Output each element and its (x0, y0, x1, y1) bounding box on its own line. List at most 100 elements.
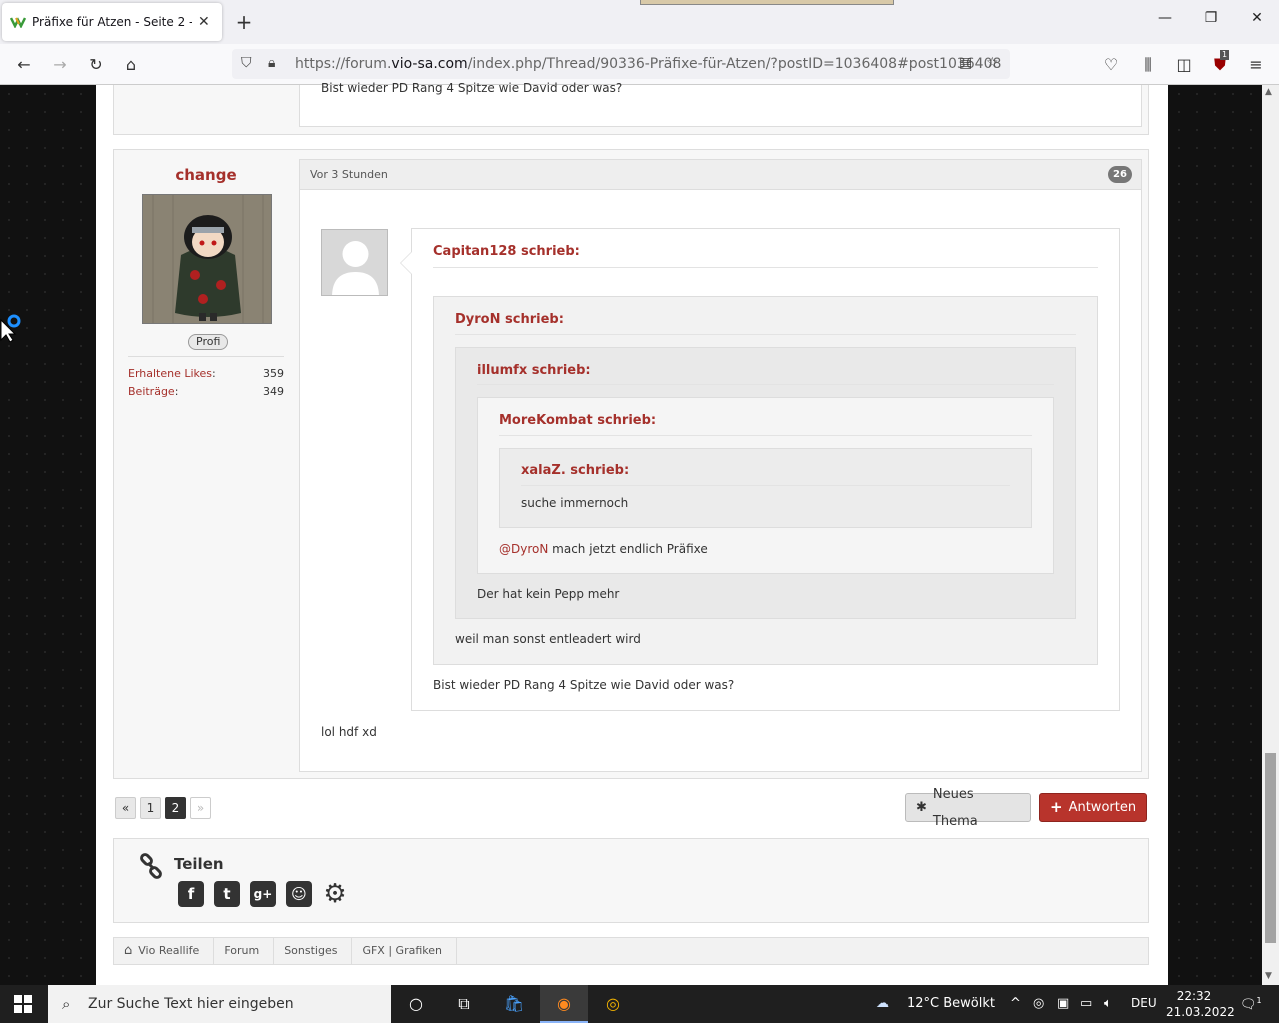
bookmark-star-icon[interactable]: ☆ (986, 55, 999, 71)
default-avatar-icon (322, 230, 387, 295)
link-icon (140, 853, 162, 879)
quote-divider (477, 384, 1054, 385)
breadcrumb-label: GFX | Grafiken (362, 944, 442, 957)
home-icon[interactable]: ⌂ (119, 53, 143, 77)
lock-icon[interactable]: 🔒︎ (268, 55, 275, 71)
url-bar[interactable]: ⛉ 🔒︎ https://forum.vio-sa.com/index.php/… (232, 49, 1010, 79)
twitter-icon[interactable]: t (214, 881, 240, 907)
shield-icon[interactable]: ⛉ (241, 55, 252, 71)
taskbar-search[interactable]: ⌕ Zur Suche Text hier eingeben (48, 985, 391, 1023)
share-box: Teilen f t g+ ☺ ⚙ (113, 838, 1149, 923)
breadcrumb-home[interactable]: ⌂ Vio Reallife (114, 938, 215, 964)
settings-icon[interactable]: ⚙ (322, 881, 348, 907)
library-icon[interactable]: ⫼ (1136, 53, 1160, 77)
ublock-extension-icon[interactable]: ⛊ 1 (1208, 50, 1232, 77)
reload-icon[interactable]: ↻ (84, 53, 108, 77)
weather-icon[interactable]: ☁ (876, 996, 889, 1011)
post-time[interactable]: Vor 3 Stunden (310, 168, 388, 181)
scrollbar-thumb[interactable] (1265, 753, 1276, 943)
volume-icon[interactable]: 🔈︎ (1104, 996, 1112, 1011)
quote-text: @DyroN mach jetzt endlich Präfixe (499, 542, 708, 556)
search-icon: ⌕ (62, 995, 71, 1013)
author-rank-badge: Profi (188, 334, 229, 350)
close-tab-icon[interactable]: ✕ (198, 14, 210, 30)
quote-author[interactable]: DyroN schrieb: (455, 312, 564, 327)
user-mention[interactable]: @DyroN (499, 542, 548, 556)
facebook-icon[interactable]: f (178, 881, 204, 907)
firefox-icon[interactable]: ◉ (540, 985, 588, 1023)
browser-tab[interactable]: Präfixe für Atzen - Seite 2 - GFX ✕ (2, 3, 222, 41)
camera-app-icon[interactable]: ◎ (589, 985, 637, 1023)
tab-title: Präfixe für Atzen - Seite 2 - GFX (32, 15, 192, 29)
tray-device-icon[interactable]: ▣ (1057, 996, 1069, 1011)
quote-morekombat: MoreKombat schrieb: xalaZ. schrieb: such… (477, 397, 1054, 574)
stat-value: 349 (263, 385, 284, 398)
stat-posts: Beiträge 349 (128, 383, 284, 401)
breadcrumb-forum[interactable]: Forum (214, 938, 275, 964)
quote-author[interactable]: xalaZ. schrieb: (521, 463, 629, 478)
pocket-icon[interactable]: ♡ (1099, 53, 1123, 77)
nav-bar: ← → ↻ ⌂ ⛉ 🔒︎ https://forum.vio-sa.com/in… (0, 44, 1279, 85)
new-thread-button[interactable]: ✱ Neues Thema (905, 787, 1031, 829)
task-view-icon[interactable]: ⧉ (440, 985, 488, 1023)
page-scrollbar[interactable]: ▲ ▼ (1262, 85, 1279, 985)
share-icons: f t g+ ☺ ⚙ (178, 881, 348, 907)
author-username[interactable]: change (114, 166, 298, 184)
tray-expand-icon[interactable]: ^ (1010, 996, 1021, 1011)
breadcrumb-sonstiges[interactable]: Sonstiges (274, 938, 353, 964)
pagination-next[interactable]: » (190, 797, 211, 819)
tab-bar: Präfixe für Atzen - Seite 2 - GFX ✕ + — … (0, 0, 1279, 44)
post-body: Vor 3 Stunden 26 Capitan128 schrieb: Dyr… (299, 159, 1142, 772)
system-clock[interactable]: 22:32 21.03.2022 (1166, 988, 1235, 1020)
dragged-image-strip (640, 0, 894, 5)
clock-date: 21.03.2022 (1166, 1005, 1235, 1019)
quote-author[interactable]: Capitan128 schrieb: (433, 244, 580, 259)
quote-author[interactable]: illumfx schrieb: (477, 363, 591, 378)
quoted-user-avatar[interactable] (321, 229, 388, 296)
weather-text[interactable]: 12°C Bewölkt (907, 996, 995, 1011)
author-avatar[interactable] (142, 194, 272, 324)
pagination-prev[interactable]: « (115, 797, 136, 819)
forward-icon[interactable]: → (48, 53, 72, 77)
asterisk-icon: ✱ (916, 800, 927, 815)
reddit-icon[interactable]: ☺ (286, 881, 312, 907)
post-number-badge[interactable]: 26 (1108, 166, 1132, 183)
breadcrumb-gfx[interactable]: GFX | Grafiken (352, 938, 457, 964)
network-icon[interactable]: ▭ (1080, 996, 1092, 1011)
reply-button[interactable]: + Antworten (1039, 793, 1147, 822)
quote-divider (433, 267, 1098, 268)
quote-text: Der hat kein Pepp mehr (477, 587, 620, 601)
pagination-page-1[interactable]: 1 (140, 797, 161, 819)
breadcrumb-label: Vio Reallife (138, 944, 200, 957)
post-text: lol hdf xd (321, 725, 377, 739)
stat-label[interactable]: Beiträge (128, 383, 178, 401)
quote-author[interactable]: MoreKombat schrieb: (499, 413, 656, 428)
new-tab-icon[interactable]: + (232, 10, 256, 34)
sidebar-icon[interactable]: ◫ (1172, 53, 1196, 77)
breadcrumb-label: Sonstiges (284, 944, 338, 957)
scroll-up-icon[interactable]: ▲ (1265, 87, 1272, 97)
reader-view-icon[interactable]: ▤ (959, 55, 972, 71)
tray-app-icon[interactable]: ◎ (1033, 996, 1044, 1011)
cortana-icon[interactable]: ○ (392, 985, 440, 1023)
google-plus-icon[interactable]: g+ (250, 881, 276, 907)
forum-post: change Profi Erhaltene Likes 359 (113, 149, 1149, 779)
minimize-icon[interactable]: — (1151, 10, 1179, 26)
store-icon[interactable]: 🛍︎ (490, 985, 538, 1023)
previous-post: Bist wieder PD Rang 4 Spitze wie David o… (113, 81, 1149, 135)
menu-icon[interactable]: ≡ (1244, 53, 1268, 77)
language-indicator[interactable]: DEU (1131, 996, 1157, 1010)
scroll-down-icon[interactable]: ▼ (1265, 971, 1272, 981)
search-placeholder: Zur Suche Text hier eingeben (88, 996, 294, 1012)
back-icon[interactable]: ← (12, 53, 36, 77)
notification-icon[interactable]: 🗨︎1 (1240, 996, 1262, 1012)
windows-start-icon[interactable] (14, 995, 32, 1013)
close-window-icon[interactable]: ✕ (1243, 10, 1271, 26)
share-title: Teilen (174, 855, 224, 873)
home-icon: ⌂ (124, 943, 133, 958)
restore-icon[interactable]: ❐ (1197, 10, 1225, 26)
stat-label[interactable]: Erhaltene Likes (128, 365, 216, 383)
extension-badge: 1 (1220, 50, 1230, 60)
pagination-page-2[interactable]: 2 (165, 797, 186, 819)
post-author-sidebar: change Profi Erhaltene Likes 359 (114, 150, 298, 778)
